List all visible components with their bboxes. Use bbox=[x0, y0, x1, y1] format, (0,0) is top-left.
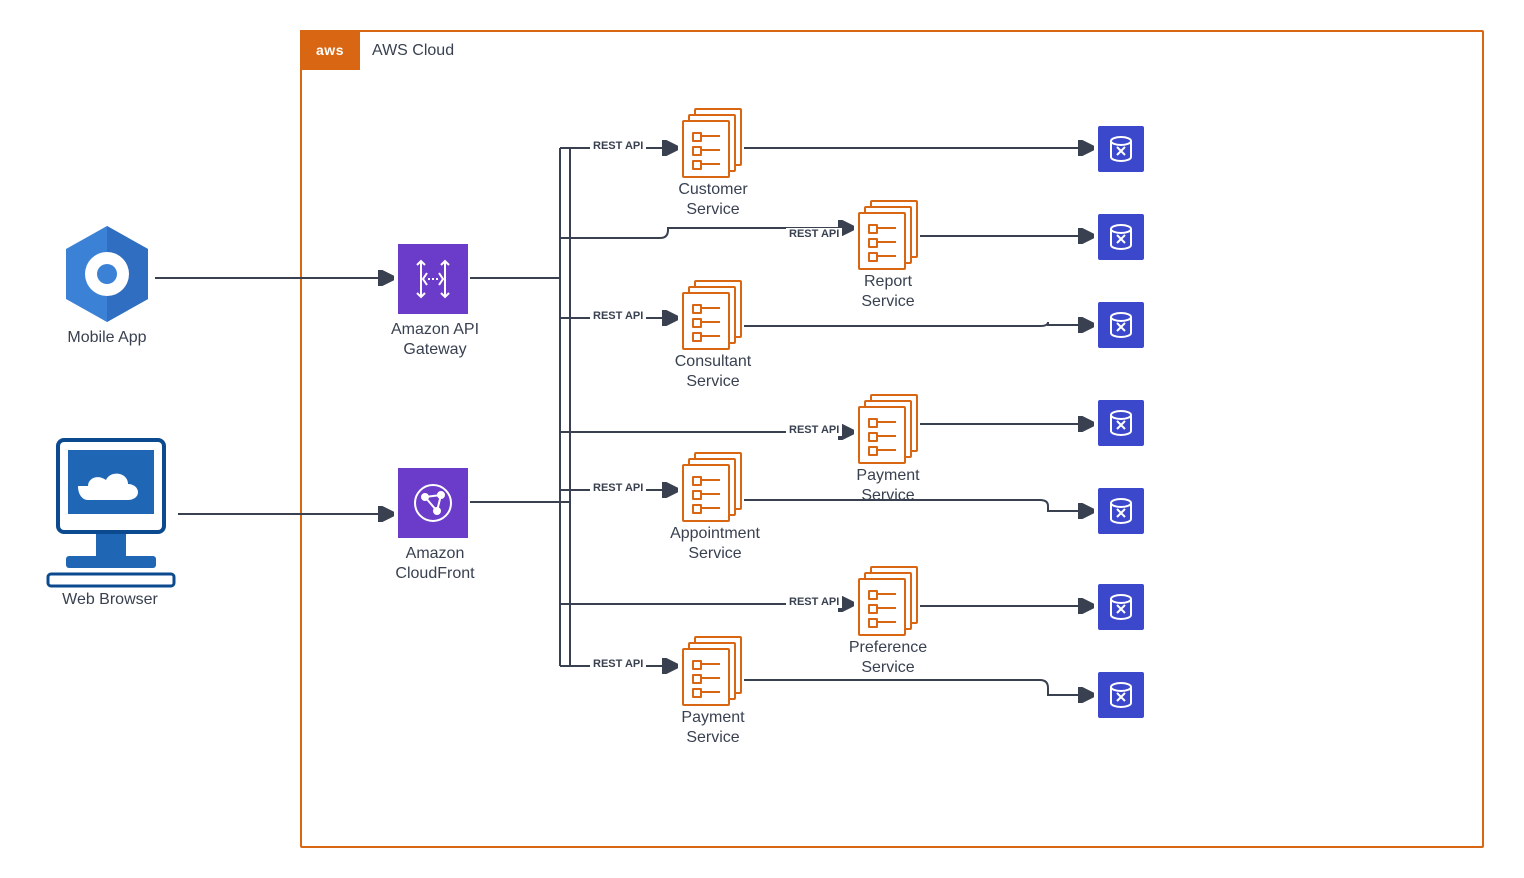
consultant-service-icon bbox=[682, 280, 742, 344]
preference-service-icon bbox=[858, 566, 918, 630]
api-gateway-label: Amazon API Gateway bbox=[370, 320, 500, 360]
aws-logo-tag: aws bbox=[300, 30, 360, 70]
rest-api-label-2: REST API bbox=[786, 228, 842, 240]
db-icon-3 bbox=[1098, 302, 1144, 348]
report-service-label: Report Service bbox=[828, 272, 948, 312]
rest-api-label-1: REST API bbox=[590, 140, 646, 152]
web-browser-label: Web Browser bbox=[40, 590, 180, 610]
customer-service-label: Customer Service bbox=[648, 180, 778, 220]
payment-service-left-icon bbox=[682, 636, 742, 700]
db-icon-4 bbox=[1098, 400, 1144, 446]
db-icon-2 bbox=[1098, 214, 1144, 260]
preference-service-label: Preference Service bbox=[820, 638, 956, 678]
customer-service-icon bbox=[682, 108, 742, 172]
payment-service-right-label: Payment Service bbox=[820, 466, 956, 506]
rest-api-label-5: REST API bbox=[590, 482, 646, 494]
payment-service-right-icon bbox=[858, 394, 918, 458]
cloudfront-label: Amazon CloudFront bbox=[378, 544, 492, 584]
api-gateway-icon bbox=[398, 244, 468, 314]
report-service-icon bbox=[858, 200, 918, 264]
db-icon-5 bbox=[1098, 488, 1144, 534]
db-icon-1 bbox=[1098, 126, 1144, 172]
rest-api-label-3: REST API bbox=[590, 310, 646, 322]
rest-api-label-7: REST API bbox=[590, 658, 646, 670]
mobile-app-icon bbox=[62, 224, 152, 324]
aws-cloud-title: AWS Cloud bbox=[372, 42, 454, 60]
consultant-service-label: Consultant Service bbox=[648, 352, 778, 392]
mobile-app-label: Mobile App bbox=[45, 328, 169, 348]
payment-service-left-label: Payment Service bbox=[648, 708, 778, 748]
db-icon-6 bbox=[1098, 584, 1144, 630]
appointment-service-label: Appointment Service bbox=[640, 524, 790, 564]
appointment-service-icon bbox=[682, 452, 742, 516]
rest-api-label-6: REST API bbox=[786, 596, 842, 608]
cloudfront-icon bbox=[398, 468, 468, 538]
db-icon-7 bbox=[1098, 672, 1144, 718]
diagram-canvas: aws AWS Cloud Mobile App Web Browser Ama… bbox=[0, 0, 1524, 878]
web-browser-icon bbox=[46, 438, 176, 593]
rest-api-label-4: REST API bbox=[786, 424, 842, 436]
